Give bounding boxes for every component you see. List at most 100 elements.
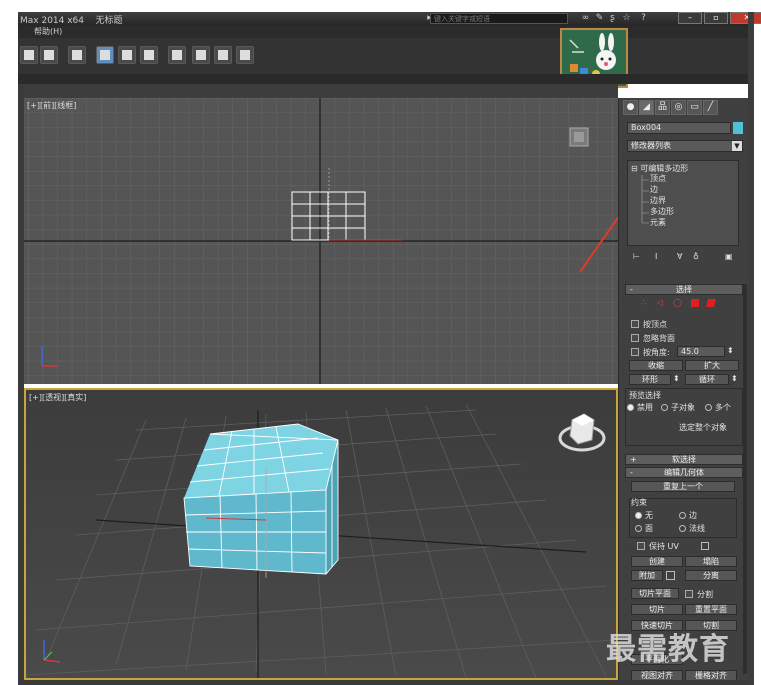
viewport-front-label[interactable]: [+][前][线框] (27, 100, 76, 111)
maximize-button[interactable]: ▫ (704, 12, 728, 24)
by-vertex-label: 按顶点 (643, 320, 667, 329)
viewcube-perspective[interactable] (558, 413, 606, 452)
help-icon[interactable]: ? (638, 13, 649, 24)
loop-button[interactable]: 循环 (685, 374, 729, 385)
modify-tab-icon[interactable]: ◢ (639, 100, 654, 115)
viewport-perspective[interactable]: [+][透视][真实] (24, 388, 618, 680)
star-icon[interactable]: ☆ (621, 13, 632, 24)
display-tab-icon[interactable]: ▭ (687, 100, 702, 115)
stack-item-edge[interactable]: 边 (650, 184, 658, 195)
create-button[interactable]: 创建 (631, 556, 683, 567)
preserve-uv-settings-icon[interactable] (701, 542, 709, 550)
stack-item-vertex[interactable]: 顶点 (650, 173, 666, 184)
grow-button[interactable]: 扩大 (685, 360, 739, 371)
loop-spinner-icon[interactable]: ⬍ (731, 374, 738, 383)
document-title: 无标题 (95, 16, 123, 26)
app-title: Max 2014 x64 无标题 (20, 16, 123, 26)
panel-scrollbar[interactable] (743, 284, 747, 674)
material-editor-icon[interactable] (168, 46, 186, 64)
split-label: 分割 (697, 590, 713, 599)
preserve-uv-label: 保持 UV (649, 542, 679, 551)
attach-list-icon[interactable] (666, 571, 675, 580)
rollout-edit-geometry-header[interactable]: - 编辑几何体 (625, 467, 743, 478)
detach-button[interactable]: 分离 (685, 570, 737, 581)
schematic-view-icon[interactable] (140, 46, 158, 64)
search-input[interactable]: 键入关键字或短语 (430, 13, 568, 24)
border-level-icon[interactable]: ◯ (673, 298, 682, 307)
split-checkbox[interactable] (685, 590, 693, 598)
repeat-last-button[interactable]: 重复上一个 (631, 481, 735, 492)
preview-subobject-radio[interactable] (661, 404, 668, 411)
motion-tab-icon[interactable]: ◎ (671, 100, 686, 115)
angle-spinner[interactable]: 45.0 (677, 346, 725, 357)
chevron-down-icon: ▼ (732, 141, 742, 151)
preview-multi-label: 多个 (715, 403, 731, 412)
stack-item-border[interactable]: 边界 (650, 195, 666, 206)
constraint-face-radio[interactable] (635, 525, 642, 532)
align-icon[interactable] (40, 46, 58, 64)
polygon-level-icon[interactable] (691, 299, 699, 307)
graphite-ribbon-icon[interactable] (96, 46, 114, 64)
right-frame (748, 12, 754, 685)
hierarchy-tab-icon[interactable]: 品 (655, 100, 670, 115)
rollout-soft-selection-header[interactable]: + 软选择 (625, 454, 743, 465)
ignore-backfacing-label: 忽略背面 (643, 334, 675, 343)
make-unique-icon[interactable]: ∀ (677, 252, 682, 261)
ring-spinner-icon[interactable]: ⬍ (673, 374, 680, 383)
preview-disabled-radio[interactable] (627, 404, 634, 411)
create-tab-icon[interactable]: ● (623, 100, 638, 115)
ignore-backfacing-checkbox[interactable] (631, 334, 639, 342)
box-solid-perspective[interactable] (183, 423, 339, 575)
object-color-swatch[interactable] (733, 122, 743, 134)
by-angle-checkbox[interactable] (631, 348, 639, 356)
viewcube-front[interactable] (569, 127, 589, 147)
reset-plane-button[interactable]: 重置平面 (685, 604, 737, 615)
remove-modifier-icon[interactable]: ♁ (693, 252, 699, 261)
modifier-list-dropdown[interactable]: 修改器列表 ▼ (627, 140, 743, 152)
preserve-uv-checkbox[interactable] (637, 542, 645, 550)
render-frame-icon[interactable] (214, 46, 232, 64)
pin-stack-icon[interactable]: ⊢ (633, 252, 640, 261)
viewport-front[interactable]: [+][前][线框] (24, 98, 618, 384)
signin-icon[interactable]: ✎ (594, 13, 605, 24)
menu-bar: 帮助(H) (18, 26, 748, 38)
layer-icon[interactable] (68, 46, 86, 64)
slice-plane-button[interactable]: 切片平面 (631, 588, 679, 599)
by-vertex-checkbox[interactable] (631, 320, 639, 328)
constraint-none-label: 无 (645, 511, 653, 520)
spinner-arrows-icon[interactable]: ⬍ (727, 346, 734, 355)
render-icon[interactable] (236, 46, 254, 64)
perspective-scene (26, 403, 616, 678)
constraint-edge-radio[interactable] (679, 512, 686, 519)
constraint-normal-radio[interactable] (679, 525, 686, 532)
stack-item-element[interactable]: 元素 (650, 217, 666, 228)
curve-editor-icon[interactable] (118, 46, 136, 64)
element-level-icon[interactable] (705, 299, 717, 307)
collapse-button[interactable]: 塌陷 (685, 556, 737, 567)
slice-button[interactable]: 切片 (631, 604, 683, 615)
by-angle-label: 按角度: (643, 348, 670, 357)
stack-item-polygon[interactable]: 多边形 (650, 206, 674, 217)
vertex-level-icon[interactable]: ∴ (641, 298, 646, 307)
edge-level-icon[interactable]: ◁ (657, 298, 663, 307)
object-name-field[interactable]: Box004 (627, 122, 731, 134)
shrink-button[interactable]: 收缩 (629, 360, 683, 371)
ring-button[interactable]: 环形 (629, 374, 671, 385)
menu-help[interactable]: 帮助(H) (34, 26, 62, 37)
constraint-none-radio[interactable] (635, 512, 642, 519)
mirror-icon[interactable] (20, 46, 38, 64)
front-grid (24, 98, 618, 384)
attach-button[interactable]: 附加 (631, 570, 663, 581)
configure-sets-icon[interactable]: ▣ (725, 252, 733, 261)
viewport-perspective-label[interactable]: [+][透视][真实] (29, 392, 86, 403)
binoculars-icon[interactable]: ∞ (580, 13, 591, 24)
show-end-result-icon[interactable]: Ⅰ (655, 252, 657, 261)
utilities-tab-icon[interactable]: ╱ (703, 100, 718, 115)
rollout-selection-header[interactable]: - 选择 (625, 284, 743, 295)
close-button[interactable]: ✕ (730, 12, 761, 24)
exchange-icon[interactable]: ʂ (607, 13, 618, 24)
viewport-header-strip (18, 84, 618, 98)
render-setup-icon[interactable] (192, 46, 210, 64)
minimize-button[interactable]: – (678, 12, 702, 24)
preview-multi-radio[interactable] (705, 404, 712, 411)
